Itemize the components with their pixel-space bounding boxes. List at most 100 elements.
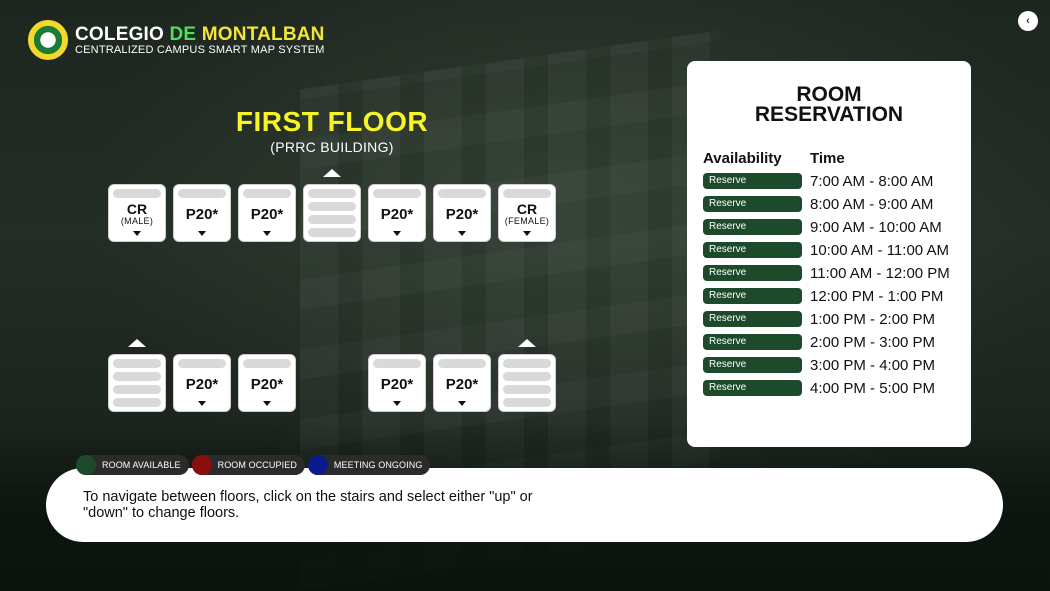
room-status-bar	[178, 359, 226, 368]
room-status-bar	[243, 359, 291, 368]
stair-step	[503, 359, 551, 368]
time-slot-row: Reserve 2:00 PM - 3:00 PM	[703, 332, 935, 352]
location-pin-icon	[523, 231, 531, 236]
reserve-button[interactable]: Reserve	[703, 380, 802, 396]
room-p20-6[interactable]: P20*	[238, 354, 296, 412]
legend-room-occupied: ROOM OCCUPIED	[191, 455, 305, 475]
time-slot-row: Reserve 7:00 AM - 8:00 AM	[703, 171, 933, 191]
location-pin-icon	[393, 401, 401, 406]
slot-time: 2:00 PM - 3:00 PM	[810, 333, 936, 351]
floor-building: (PRRC BUILDING)	[270, 139, 394, 155]
location-pin-icon	[198, 401, 206, 406]
room-cr-male[interactable]: CR (MALE)	[108, 184, 166, 242]
stairs-center[interactable]	[303, 184, 361, 242]
instruction-text: To navigate between floors, click on the…	[83, 489, 533, 521]
time-slot-row: Reserve 12:00 PM - 1:00 PM	[703, 286, 943, 306]
slot-time: 10:00 AM - 11:00 AM	[810, 241, 949, 259]
stair-step	[308, 202, 356, 211]
room-label: CR	[126, 201, 148, 217]
reserve-button[interactable]: Reserve	[703, 357, 802, 373]
location-pin-icon	[263, 231, 271, 236]
room-label: P20*	[185, 376, 219, 393]
back-button[interactable]: ‹	[1018, 11, 1038, 31]
reserve-button[interactable]: Reserve	[703, 196, 802, 212]
room-status-bar	[113, 189, 161, 198]
room-status-bar	[178, 189, 226, 198]
time-slot-row: Reserve 10:00 AM - 11:00 AM	[703, 240, 949, 260]
room-status-bar	[373, 359, 421, 368]
room-label: P20*	[380, 206, 414, 223]
title-de: DE	[169, 23, 197, 45]
time-slot-row: Reserve 3:00 PM - 4:00 PM	[703, 355, 935, 375]
slot-time: 1:00 PM - 2:00 PM	[810, 310, 936, 328]
stairs-left[interactable]	[108, 354, 166, 412]
room-p20-8[interactable]: P20*	[433, 354, 491, 412]
room-p20-1[interactable]: P20*	[173, 184, 231, 242]
reserve-button[interactable]: Reserve	[703, 311, 802, 327]
room-p20-4[interactable]: P20*	[433, 184, 491, 242]
floor-name: FIRST FLOOR	[235, 106, 429, 137]
title-colegio: COLEGIO	[75, 23, 165, 45]
stairs-up-arrow-icon	[128, 339, 146, 347]
stair-step	[308, 189, 356, 198]
slot-time: 3:00 PM - 4:00 PM	[810, 356, 936, 374]
room-cr-female[interactable]: CR (FEMALE)	[498, 184, 556, 242]
room-label: P20*	[250, 376, 284, 393]
status-dot-icon	[76, 455, 96, 475]
room-label: P20*	[380, 376, 414, 393]
reserve-button[interactable]: Reserve	[703, 242, 802, 258]
location-pin-icon	[393, 231, 401, 236]
location-pin-icon	[458, 231, 466, 236]
room-label: P20*	[185, 206, 219, 223]
stairs-up-arrow-icon	[323, 169, 341, 177]
reserve-button[interactable]: Reserve	[703, 334, 802, 350]
app-header: COLEGIO DE MONTALBAN CENTRALIZED CAMPUS …	[28, 20, 325, 60]
slot-time: 7:00 AM - 8:00 AM	[810, 172, 934, 190]
room-label: P20*	[250, 206, 284, 223]
room-label: CR	[516, 201, 538, 217]
time-slot-row: Reserve 8:00 AM - 9:00 AM	[703, 194, 933, 214]
time-header: Time	[810, 150, 845, 167]
slot-time: 9:00 AM - 10:00 AM	[810, 218, 942, 236]
reserve-button[interactable]: Reserve	[703, 173, 802, 189]
status-dot-icon	[307, 455, 328, 475]
room-status-bar	[243, 189, 291, 198]
room-sublabel: (MALE)	[120, 216, 154, 226]
time-slot-row: Reserve 4:00 PM - 5:00 PM	[703, 378, 935, 398]
room-p20-2[interactable]: P20*	[238, 184, 296, 242]
room-p20-7[interactable]: P20*	[368, 354, 426, 412]
slot-time: 12:00 PM - 1:00 PM	[810, 287, 944, 305]
slot-time: 8:00 AM - 9:00 AM	[810, 195, 934, 213]
legend-room-available: ROOM AVAILABLE	[76, 455, 189, 475]
floor-heading: FIRST FLOOR (PRRC BUILDING)	[232, 106, 432, 155]
stair-step	[503, 385, 551, 394]
reserve-button[interactable]: Reserve	[703, 265, 802, 281]
location-pin-icon	[198, 231, 206, 236]
location-pin-icon	[458, 401, 466, 406]
instruction-bar: To navigate between floors, click on the…	[46, 468, 1003, 542]
availability-header: Availability	[703, 150, 782, 167]
app-title: COLEGIO DE MONTALBAN	[75, 25, 325, 44]
reservation-title-line2: RESERVATION	[754, 103, 904, 126]
reserve-button[interactable]: Reserve	[703, 288, 802, 304]
stair-step	[113, 398, 161, 407]
app-subtitle: CENTRALIZED CAMPUS SMART MAP SYSTEM	[75, 43, 325, 56]
location-pin-icon	[133, 231, 141, 236]
brand: COLEGIO DE MONTALBAN CENTRALIZED CAMPUS …	[75, 25, 325, 56]
room-p20-3[interactable]: P20*	[368, 184, 426, 242]
room-reservation-panel: ROOM RESERVATION Availability Time Reser…	[687, 61, 971, 447]
room-p20-5[interactable]: P20*	[173, 354, 231, 412]
chevron-left-icon: ‹	[1026, 15, 1030, 27]
school-seal-icon	[28, 20, 68, 60]
reservation-title-line1: ROOM	[796, 83, 862, 106]
legend-label: ROOM AVAILABLE	[102, 460, 181, 470]
legend-label: ROOM OCCUPIED	[217, 460, 297, 470]
room-label: P20*	[445, 376, 479, 393]
reserve-button[interactable]: Reserve	[703, 219, 802, 235]
location-pin-icon	[263, 401, 271, 406]
time-slot-row: Reserve 9:00 AM - 10:00 AM	[703, 217, 942, 237]
status-dot-icon	[191, 455, 212, 475]
room-status-bar	[438, 189, 486, 198]
stairs-right[interactable]	[498, 354, 556, 412]
reservation-title: ROOM RESERVATION	[687, 83, 971, 126]
